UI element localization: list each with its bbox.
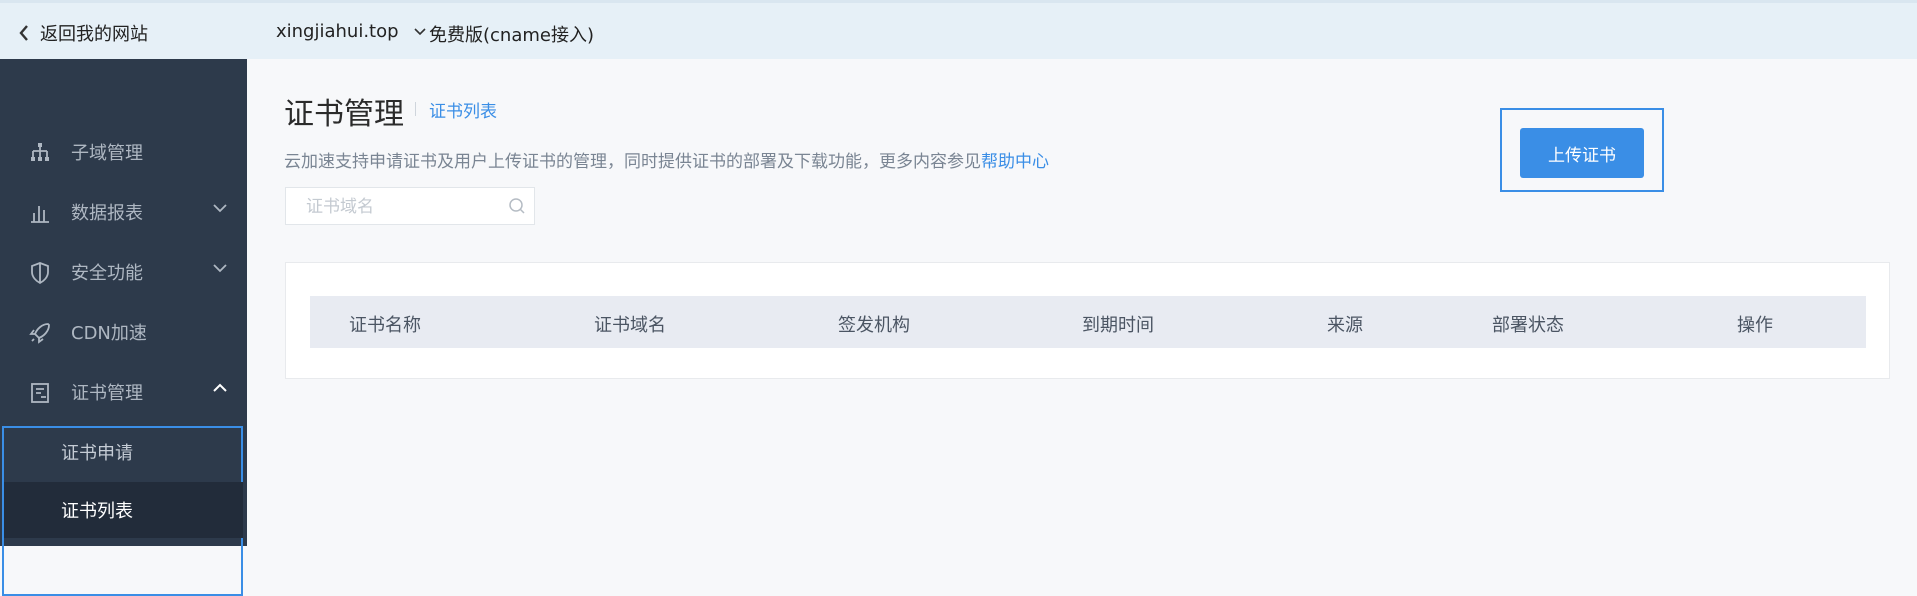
chevron-up-icon [213,383,227,392]
sitemap-icon [31,143,49,161]
main-content: 证书管理 证书列表 云加速支持申请证书及用户上传证书的管理，同时提供证书的部署及… [247,59,1917,546]
page-description: 云加速支持申请证书及用户上传证书的管理，同时提供证书的部署及下载功能，更多内容参… [284,147,1049,172]
description-text: 云加速支持申请证书及用户上传证书的管理，同时提供证书的部署及下载功能，更多内容参… [284,152,981,172]
column-header-domain: 证书域名 [594,315,666,336]
column-header-name: 证书名称 [349,315,421,336]
column-header-issuer: 签发机构 [838,315,910,336]
sidebar-item-label: 安全功能 [71,263,143,284]
table-header: 证书名称 证书域名 签发机构 到期时间 来源 部署状态 操作 [310,296,1866,348]
certificate-table: 证书名称 证书域名 签发机构 到期时间 来源 部署状态 操作 [285,262,1890,379]
sidebar-item-subdomain[interactable]: 子域管理 [0,122,247,182]
column-header-expiry: 到期时间 [1082,315,1154,336]
page-title: 证书管理 [284,97,404,132]
sidebar-item-label: 数据报表 [71,203,143,224]
rocket-icon [29,323,50,344]
sidebar-subitem-label: 证书申请 [61,443,133,464]
chevron-down-icon [413,27,426,35]
search-box [285,187,535,225]
back-to-sites-link[interactable]: 返回我的网站 [18,20,148,46]
sidebar-subitem-apply-certificate[interactable]: 证书申请 [0,422,247,482]
breadcrumb-subtitle[interactable]: 证书列表 [429,97,497,122]
sidebar-item-label: 证书管理 [71,383,143,404]
sidebar-item-security[interactable]: 安全功能 [0,242,247,302]
sidebar-item-label: 子域管理 [71,143,143,164]
back-label: 返回我的网站 [40,24,148,45]
sidebar-subitem-label: 证书列表 [61,501,133,522]
sidebar-item-cdn[interactable]: CDN加速 [0,302,247,362]
sidebar: 子域管理 数据报表 安全功能 CDN加速 证书管理 证书申请 证书列表 [0,59,247,596]
bar-chart-icon [31,206,49,223]
search-icon[interactable] [508,197,526,215]
chevron-left-icon [19,25,28,41]
top-bar: 返回我的网站 xingjiahui.top 免费版(cname接入) [0,0,1917,59]
domain-label: xingjiahui.top [276,21,399,42]
title-divider [415,102,416,116]
sidebar-item-reports[interactable]: 数据报表 [0,182,247,242]
shield-icon [31,262,49,285]
chevron-down-icon [213,264,227,273]
chevron-down-icon [213,204,227,213]
column-header-actions: 操作 [1737,315,1773,336]
search-input[interactable] [304,196,508,218]
help-center-link[interactable]: 帮助中心 [981,152,1049,172]
column-header-deploy-status: 部署状态 [1492,315,1564,336]
column-header-source: 来源 [1327,315,1363,336]
certificate-icon [31,383,49,403]
domain-selector[interactable]: xingjiahui.top [276,21,427,42]
sidebar-item-certificates[interactable]: 证书管理 [0,362,247,422]
sidebar-item-label: CDN加速 [71,323,147,344]
upload-certificate-button[interactable]: 上传证书 [1520,128,1644,178]
plan-label: 免费版(cname接入) [429,25,594,46]
sidebar-subitem-certificate-list[interactable]: 证书列表 [4,482,243,538]
